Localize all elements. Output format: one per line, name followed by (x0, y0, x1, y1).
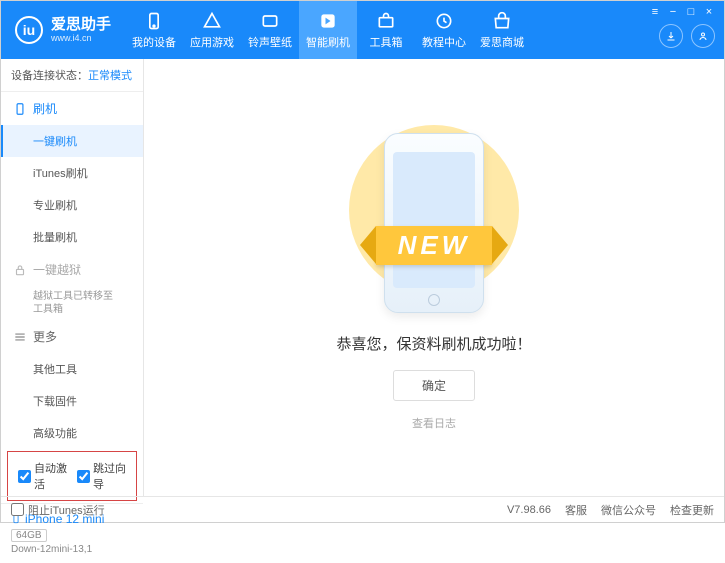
status-mode: 正常模式 (88, 70, 132, 82)
phone-icon (13, 102, 27, 116)
sidebar: 设备连接状态：正常模式 刷机 一键刷机 iTunes刷机 专业刷机 批量刷机 一… (1, 59, 144, 496)
nav-label: 我的设备 (132, 34, 176, 50)
jailbreak-note: 越狱工具已转移至工具箱 (1, 286, 143, 320)
checkbox-label: 自动激活 (34, 460, 67, 492)
flash-icon (318, 11, 338, 31)
checkbox-skip-guide[interactable]: 跳过向导 (77, 460, 126, 492)
sidebar-item-pro[interactable]: 专业刷机 (1, 189, 143, 221)
media-icon (260, 11, 280, 31)
store-icon (492, 11, 512, 31)
support-link[interactable]: 客服 (565, 502, 587, 518)
success-message: 恭喜您，保资料刷机成功啦！ (336, 333, 531, 354)
nav-label: 教程中心 (422, 34, 466, 50)
device-storage: 64GB (11, 529, 47, 542)
sidebar-item-advanced[interactable]: 高级功能 (1, 417, 143, 449)
sidebar-item-downloadfw[interactable]: 下载固件 (1, 385, 143, 417)
nav-ringtones[interactable]: 铃声壁纸 (241, 1, 299, 59)
book-icon (434, 11, 454, 31)
nav-my-device[interactable]: 我的设备 (125, 1, 183, 59)
success-illustration: NEW (334, 125, 534, 315)
main-content: NEW 恭喜您，保资料刷机成功啦！ 确定 查看日志 (144, 59, 724, 496)
main-nav: 我的设备 应用游戏 铃声壁纸 智能刷机 工具箱 教程中心 (125, 1, 640, 59)
checkbox-auto-activate[interactable]: 自动激活 (18, 460, 67, 492)
download-icon[interactable] (659, 24, 683, 48)
brand-site: www.i4.cn (51, 33, 111, 43)
section-flash[interactable]: 刷机 (1, 92, 143, 125)
sidebar-item-oneclick[interactable]: 一键刷机 (1, 125, 143, 157)
footer: 阻止iTunes运行 V7.98.66 客服 微信公众号 检查更新 (1, 496, 724, 522)
checkbox-label: 跳过向导 (93, 460, 126, 492)
maximize-icon[interactable]: □ (684, 5, 698, 19)
checkbox-block-itunes[interactable]: 阻止iTunes运行 (11, 502, 105, 518)
nav-tutorials[interactable]: 教程中心 (415, 1, 473, 59)
list-icon (13, 330, 27, 344)
connection-status: 设备连接状态：正常模式 (1, 59, 143, 92)
device-icon (144, 11, 164, 31)
check-update-link[interactable]: 检查更新 (670, 502, 714, 518)
nav-apps[interactable]: 应用游戏 (183, 1, 241, 59)
section-label: 一键越狱 (33, 261, 81, 278)
sidebar-item-othertools[interactable]: 其他工具 (1, 353, 143, 385)
wechat-link[interactable]: 微信公众号 (601, 502, 656, 518)
device-firmware: Down-12mini-13,1 (11, 544, 133, 555)
section-jailbreak[interactable]: 一键越狱 (1, 253, 143, 286)
apps-icon (202, 11, 222, 31)
section-label: 刷机 (33, 100, 57, 117)
checkbox-label: 阻止iTunes运行 (28, 502, 105, 518)
confirm-button[interactable]: 确定 (393, 370, 475, 401)
toolbox-icon (376, 11, 396, 31)
view-log-link[interactable]: 查看日志 (412, 415, 456, 431)
user-icon[interactable] (691, 24, 715, 48)
sidebar-item-batch[interactable]: 批量刷机 (1, 221, 143, 253)
lock-icon (13, 263, 27, 277)
minimize-icon[interactable]: − (666, 5, 680, 19)
nav-label: 应用游戏 (190, 34, 234, 50)
nav-toolbox[interactable]: 工具箱 (357, 1, 415, 59)
nav-label: 铃声壁纸 (248, 34, 292, 50)
close-icon[interactable]: × (702, 5, 716, 19)
nav-flash[interactable]: 智能刷机 (299, 1, 357, 59)
nav-label: 智能刷机 (306, 34, 350, 50)
brand-name: 爱思助手 (51, 17, 111, 34)
section-more[interactable]: 更多 (1, 320, 143, 353)
ribbon-text: NEW (376, 226, 493, 265)
nav-label: 爱思商城 (480, 34, 524, 50)
section-label: 更多 (33, 328, 57, 345)
logo-icon: iu (15, 16, 43, 44)
nav-label: 工具箱 (370, 34, 403, 50)
options-highlight: 自动激活 跳过向导 (7, 451, 137, 501)
menu-icon[interactable]: ≡ (648, 5, 662, 19)
status-label: 设备连接状态： (11, 70, 88, 82)
logo-area: iu 爱思助手 www.i4.cn (1, 1, 125, 59)
app-header: iu 爱思助手 www.i4.cn 我的设备 应用游戏 铃声壁纸 智能刷机 (1, 1, 724, 59)
version-label: V7.98.66 (507, 504, 551, 516)
nav-store[interactable]: 爱思商城 (473, 1, 531, 59)
sidebar-item-itunes[interactable]: iTunes刷机 (1, 157, 143, 189)
